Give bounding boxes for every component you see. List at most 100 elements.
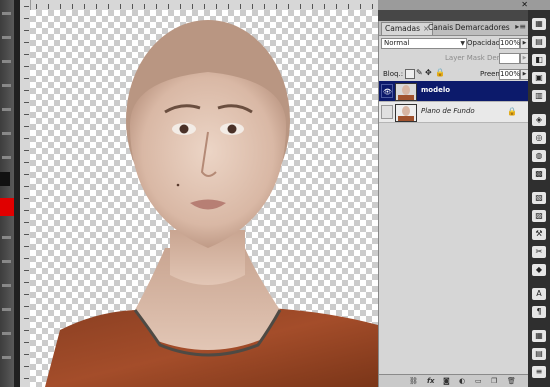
add-mask-icon[interactable]: ◙ — [443, 377, 450, 385]
ruler-tick — [24, 318, 29, 319]
ruler-tick — [204, 4, 205, 9]
link-layers-icon[interactable]: ⛓ — [409, 377, 418, 385]
dock-icon[interactable]: ▤ — [532, 36, 546, 48]
ruler-tick — [180, 4, 181, 9]
ruler-tick — [24, 126, 29, 127]
tool-icon[interactable] — [2, 84, 11, 87]
panel-tabs: Camadas × Canais Demarcadores ▸≡ — [379, 21, 529, 36]
background-color-swatch[interactable] — [0, 198, 14, 216]
ruler-tick — [252, 4, 253, 9]
dock-icon[interactable]: ¶ — [532, 306, 546, 318]
ruler-tick — [24, 174, 29, 175]
dock-icon[interactable]: ▨ — [532, 210, 546, 222]
lock-all-icon[interactable]: 🔒 — [435, 68, 445, 77]
dock-icon[interactable]: ⚒ — [532, 228, 546, 240]
tool-icon[interactable] — [2, 284, 11, 287]
adjustment-layer-icon[interactable]: ◐ — [459, 377, 465, 385]
ruler-tick — [216, 4, 217, 9]
ruler-tick — [24, 150, 29, 151]
trash-icon[interactable]: 🗑 — [507, 377, 516, 385]
dock-icon[interactable]: ◧ — [532, 54, 546, 66]
new-layer-icon[interactable]: ❐ — [491, 377, 497, 385]
visibility-toggle[interactable]: 👁 — [381, 84, 393, 98]
layer-row-plano-de-fundo[interactable]: Plano de Fundo 🔒 — [379, 102, 529, 123]
ruler-tick — [372, 4, 373, 9]
foreground-color-swatch[interactable] — [0, 172, 10, 186]
tool-icon[interactable] — [2, 132, 11, 135]
fill-input[interactable]: 100% — [499, 69, 520, 80]
dock-icon[interactable]: ✂ — [532, 246, 546, 258]
ruler-tick — [24, 138, 29, 139]
dock-icon[interactable]: ◈ — [532, 114, 546, 126]
lock-image-icon[interactable]: ✎ — [416, 68, 423, 77]
ruler-tick — [24, 18, 29, 19]
fx-icon[interactable]: fx — [427, 377, 435, 385]
ruler-tick — [24, 90, 29, 91]
dock-icon[interactable]: ▦ — [532, 330, 546, 342]
close-icon[interactable]: ✕ — [521, 0, 528, 10]
dock-icon[interactable]: ▦ — [532, 18, 546, 30]
ruler-tick — [276, 4, 277, 9]
blend-mode-select[interactable]: Normal ▼ — [381, 38, 467, 49]
dock-icon[interactable]: ▥ — [532, 90, 546, 102]
blend-mode-value: Normal — [384, 39, 410, 47]
ruler-tick — [24, 114, 29, 115]
tool-icon[interactable] — [2, 60, 11, 63]
tools-strip — [0, 0, 14, 387]
ruler-tick — [360, 4, 361, 9]
tool-icon[interactable] — [2, 260, 11, 263]
document-canvas[interactable] — [30, 10, 378, 387]
panel-menu-icon[interactable]: ▸≡ — [515, 22, 526, 31]
ruler-tick — [24, 30, 29, 31]
opacity-input[interactable]: 100% — [499, 38, 520, 49]
ruler-tick — [24, 342, 29, 343]
lock-position-icon[interactable]: ✥ — [425, 68, 432, 77]
ruler-tick — [36, 4, 37, 9]
ruler-tick — [288, 4, 289, 9]
ruler-tick — [72, 4, 73, 9]
ruler-tick — [24, 78, 29, 79]
layer-mask-density-input — [499, 53, 520, 64]
layer-thumbnail — [395, 83, 417, 101]
dock-icon[interactable]: ▣ — [532, 72, 546, 84]
ruler-tick — [132, 4, 133, 9]
ruler-tick — [24, 294, 29, 295]
dock-icon[interactable]: ◆ — [532, 264, 546, 276]
dock-icon[interactable]: ◍ — [532, 150, 546, 162]
dock-icon[interactable]: ▩ — [532, 168, 546, 180]
ruler-tick — [24, 246, 29, 247]
tool-icon[interactable] — [2, 108, 11, 111]
face — [130, 72, 286, 248]
ruler-tick — [120, 4, 121, 9]
panel-header[interactable] — [378, 10, 528, 21]
ruler-tick — [24, 66, 29, 67]
new-group-icon[interactable]: ▭ — [475, 377, 482, 385]
lock-transparent-icon[interactable] — [405, 69, 415, 79]
ruler-tick — [24, 366, 29, 367]
ruler-tick — [24, 378, 29, 379]
tool-icon[interactable] — [2, 332, 11, 335]
tool-icon[interactable] — [2, 236, 11, 239]
dock-icon[interactable]: ≡ — [532, 366, 546, 378]
visibility-toggle[interactable] — [381, 105, 393, 119]
ruler-tick — [24, 102, 29, 103]
ruler-tick — [108, 4, 109, 9]
layer-row-modelo[interactable]: 👁 modelo — [379, 81, 529, 102]
ruler-tick — [156, 4, 157, 9]
tool-icon[interactable] — [2, 36, 11, 39]
dock-icon[interactable]: A — [532, 288, 546, 300]
dock-icon[interactable]: ▤ — [532, 348, 546, 360]
tool-icon[interactable] — [2, 308, 11, 311]
ruler-tick — [240, 4, 241, 9]
tab-demarcadores[interactable]: Demarcadores — [452, 22, 513, 34]
opacity-value: 100% — [500, 39, 521, 47]
ruler-tick — [24, 198, 29, 199]
ruler-tick — [48, 4, 49, 9]
tool-icon[interactable] — [2, 156, 11, 159]
fill-value: 100% — [500, 70, 521, 78]
ruler-tick — [300, 4, 301, 9]
dock-icon[interactable]: ◎ — [532, 132, 546, 144]
tool-icon[interactable] — [2, 356, 11, 359]
dock-icon[interactable]: ▧ — [532, 192, 546, 204]
tool-icon[interactable] — [2, 12, 11, 15]
